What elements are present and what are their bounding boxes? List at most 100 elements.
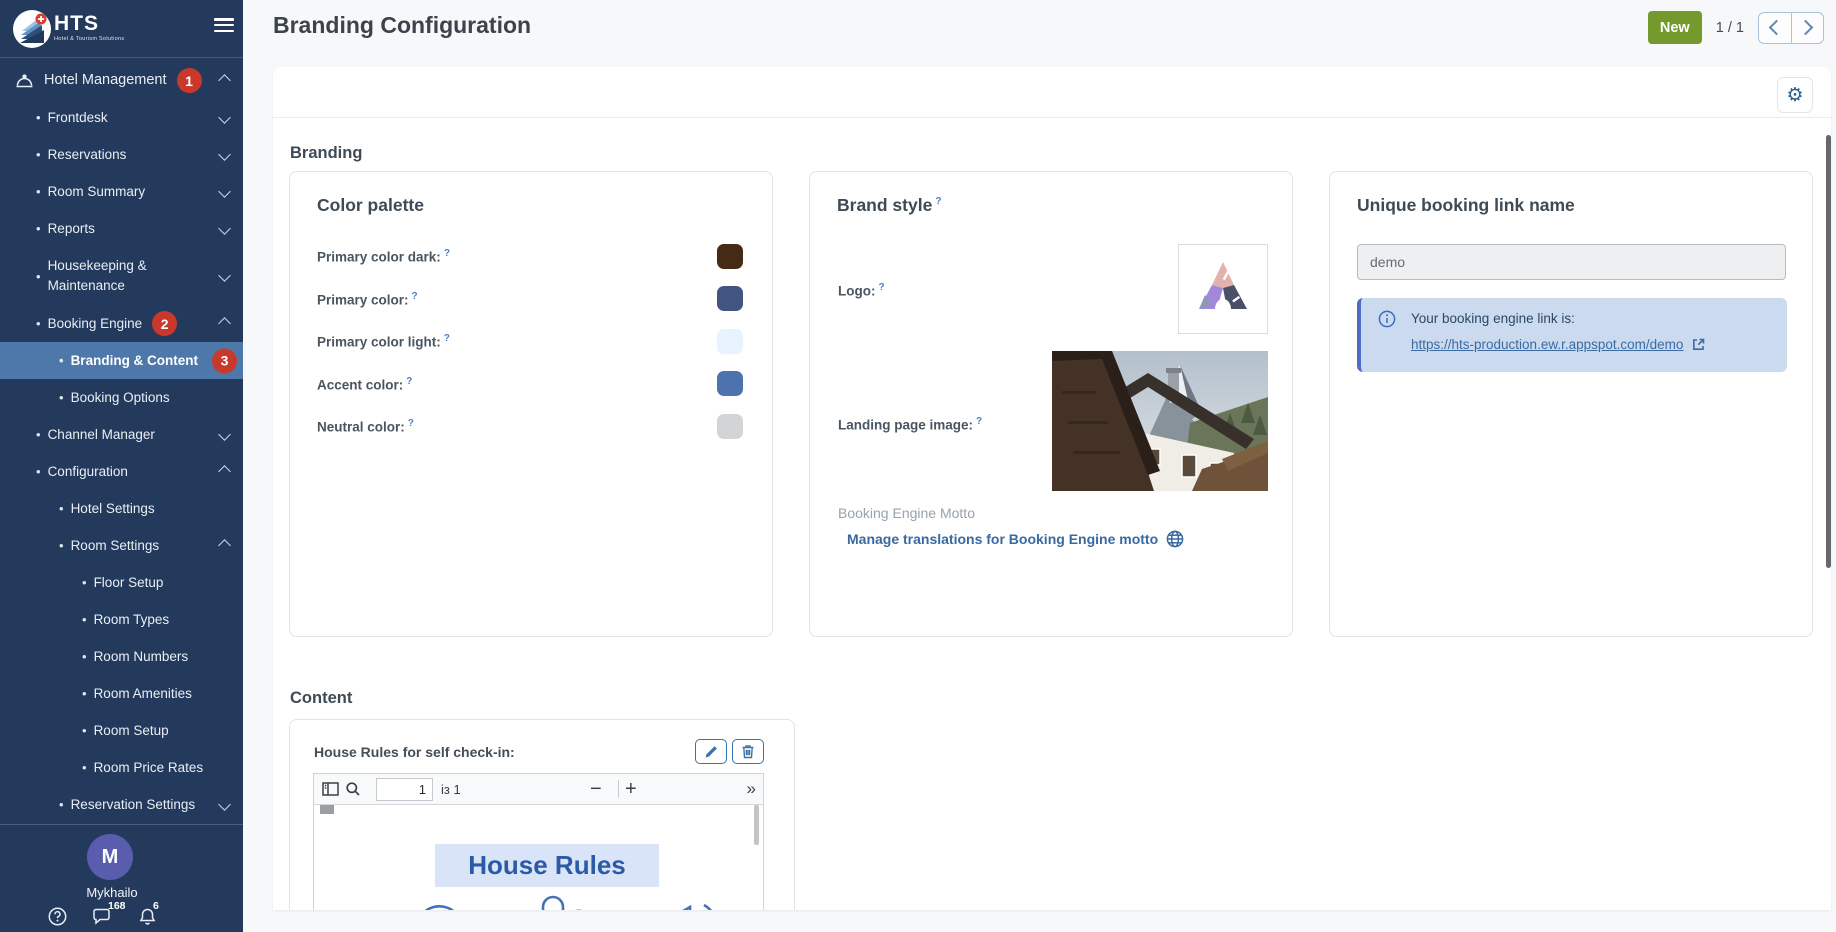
sheet-toolbar: ⚙ — [273, 67, 1831, 118]
sidebar-item-booking-options[interactable]: • Booking Options — [0, 379, 243, 416]
sidebar-item-room-settings[interactable]: • Room Settings — [0, 527, 243, 564]
bullet-icon: • — [59, 391, 64, 404]
pdf-scrollbar-thumb[interactable] — [320, 805, 334, 814]
chevron-down-icon — [218, 269, 231, 282]
booking-engine-link[interactable]: https://hts-production.ew.r.appspot.com/… — [1411, 337, 1683, 352]
chevron-down-icon — [218, 111, 231, 124]
edit-button[interactable] — [695, 739, 727, 764]
bullet-icon: • — [36, 317, 41, 330]
sidebar-item-configuration[interactable]: • Configuration — [0, 453, 243, 490]
user-avatar[interactable]: M — [87, 834, 133, 880]
help-marker[interactable]: ? — [935, 196, 941, 207]
pdf-doc-title-band: House Rules — [435, 844, 659, 887]
help-marker[interactable]: ? — [878, 282, 884, 293]
brand-logo-image[interactable] — [1178, 244, 1268, 334]
card-title: Color palette — [317, 195, 424, 216]
toolbar-divider — [618, 774, 619, 804]
primary-color-swatch[interactable] — [717, 286, 743, 311]
color-row-primary: Primary color:? — [317, 278, 743, 321]
sidebar-footer: M Mykhailo 168 — [0, 824, 243, 932]
bullet-icon: • — [36, 111, 41, 124]
house-rules-card: House Rules for self check-in: — [289, 719, 795, 910]
new-button[interactable]: New — [1648, 11, 1702, 44]
sidebar-item-room-summary[interactable]: • Room Summary — [0, 173, 243, 210]
bullet-icon: • — [36, 185, 41, 198]
neutral-color-swatch[interactable] — [717, 414, 743, 439]
chat-icon[interactable]: 168 — [93, 907, 112, 925]
page-scrollbar-thumb[interactable] — [1826, 135, 1831, 568]
pdf-more-tools-icon[interactable]: » — [747, 774, 755, 804]
pdf-search-icon[interactable] — [345, 774, 361, 804]
help-marker[interactable]: ? — [444, 248, 450, 259]
pdf-toolbar: із 1 − + » — [314, 774, 763, 805]
clock-icon — [408, 895, 470, 910]
sidebar-item-hotel-settings[interactable]: • Hotel Settings — [0, 490, 243, 527]
zoom-out-button[interactable]: − — [590, 774, 602, 804]
brand-style-card: Brand style? Logo:? Landing page image:? — [809, 171, 1293, 637]
sidebar-item-room-amenities[interactable]: • Room Amenities — [0, 675, 243, 712]
sidebar-item-reservation-settings[interactable]: • Reservation Settings — [0, 786, 243, 823]
help-marker[interactable]: ? — [408, 418, 414, 429]
content-section-title: Content — [290, 689, 352, 708]
sidebar-item-branding-content[interactable]: • Branding & Content 3 — [0, 342, 243, 379]
hamburger-menu-icon[interactable] — [214, 18, 234, 33]
sidebar-item-hotel-management[interactable]: Hotel Management 1 — [0, 62, 243, 99]
booking-link-card: Unique booking link name Your booking en… — [1329, 171, 1813, 637]
accent-color-swatch[interactable] — [717, 371, 743, 396]
pdf-right-scrollbar[interactable] — [754, 805, 759, 845]
megaphone-icon — [658, 895, 724, 910]
bullet-icon: • — [82, 613, 87, 626]
sidebar-item-reservations[interactable]: • Reservations — [0, 136, 243, 173]
bullet-icon: • — [59, 354, 64, 367]
bell-icon[interactable]: 6 — [138, 907, 157, 926]
app-logo[interactable]: HTS Hotel & Tourism Solutions — [0, 0, 243, 58]
chevron-up-icon — [218, 539, 231, 552]
help-marker[interactable]: ? — [406, 376, 412, 387]
globe-icon — [1166, 530, 1184, 548]
sidebar-item-room-price-rates[interactable]: • Room Price Rates — [0, 749, 243, 786]
sidebar-item-housekeeping-maintenance[interactable]: • Housekeeping & Maintenance — [0, 247, 243, 305]
notification-badge: 3 — [212, 348, 237, 373]
bullet-icon: • — [36, 270, 41, 283]
primary-color-dark-swatch[interactable] — [717, 244, 743, 269]
bullet-icon: • — [82, 650, 87, 663]
external-link-icon[interactable] — [1691, 337, 1706, 352]
bullet-icon: • — [36, 222, 41, 235]
next-record-button[interactable] — [1791, 13, 1824, 43]
sidebar-item-floor-setup[interactable]: • Floor Setup — [0, 564, 243, 601]
bullet-icon: • — [82, 576, 87, 589]
bullet-icon: • — [36, 465, 41, 478]
previous-record-button[interactable] — [1759, 13, 1791, 43]
sidebar-item-frontdesk[interactable]: • Frontdesk — [0, 99, 243, 136]
sidebar-item-room-numbers[interactable]: • Room Numbers — [0, 638, 243, 675]
help-icon[interactable] — [48, 907, 67, 926]
chevron-down-icon — [218, 428, 231, 441]
pdf-page-number-input[interactable] — [376, 778, 433, 801]
settings-gear-icon[interactable]: ⚙ — [1777, 77, 1813, 113]
chevron-up-icon — [218, 465, 231, 478]
notification-badge: 2 — [152, 311, 177, 336]
chevron-down-icon — [218, 222, 231, 235]
manage-translations-link[interactable]: Manage translations for Booking Engine m… — [847, 530, 1184, 548]
sidebar-item-booking-engine[interactable]: • Booking Engine 2 — [0, 305, 243, 342]
pdf-sidebar-toggle-icon[interactable] — [322, 774, 339, 804]
booking-link-name-input[interactable] — [1357, 244, 1786, 280]
sidebar-item-room-types[interactable]: • Room Types — [0, 601, 243, 638]
sidebar-item-room-setup[interactable]: • Room Setup — [0, 712, 243, 749]
help-marker[interactable]: ? — [444, 333, 450, 344]
delete-button[interactable] — [732, 739, 764, 764]
landing-page-image[interactable] — [1052, 351, 1268, 491]
help-marker[interactable]: ? — [976, 416, 982, 427]
primary-color-light-swatch[interactable] — [717, 329, 743, 354]
chevron-left-icon — [1769, 20, 1785, 36]
page-title: Branding Configuration — [273, 12, 531, 39]
sidebar-item-channel-manager[interactable]: • Channel Manager — [0, 416, 243, 453]
sidebar: HTS Hotel & Tourism Solutions Hotel Mana… — [0, 0, 243, 932]
help-marker[interactable]: ? — [412, 291, 418, 302]
chevron-up-icon — [218, 317, 231, 330]
zoom-in-button[interactable]: + — [625, 774, 637, 804]
branding-configuration-sheet: ⚙ Branding Color palette Primary color d… — [273, 67, 1831, 910]
page-indicator: 1 / 1 — [1716, 20, 1744, 36]
sidebar-item-reports[interactable]: • Reports — [0, 210, 243, 247]
pdf-viewer: із 1 − + » House Rules — [313, 773, 764, 910]
